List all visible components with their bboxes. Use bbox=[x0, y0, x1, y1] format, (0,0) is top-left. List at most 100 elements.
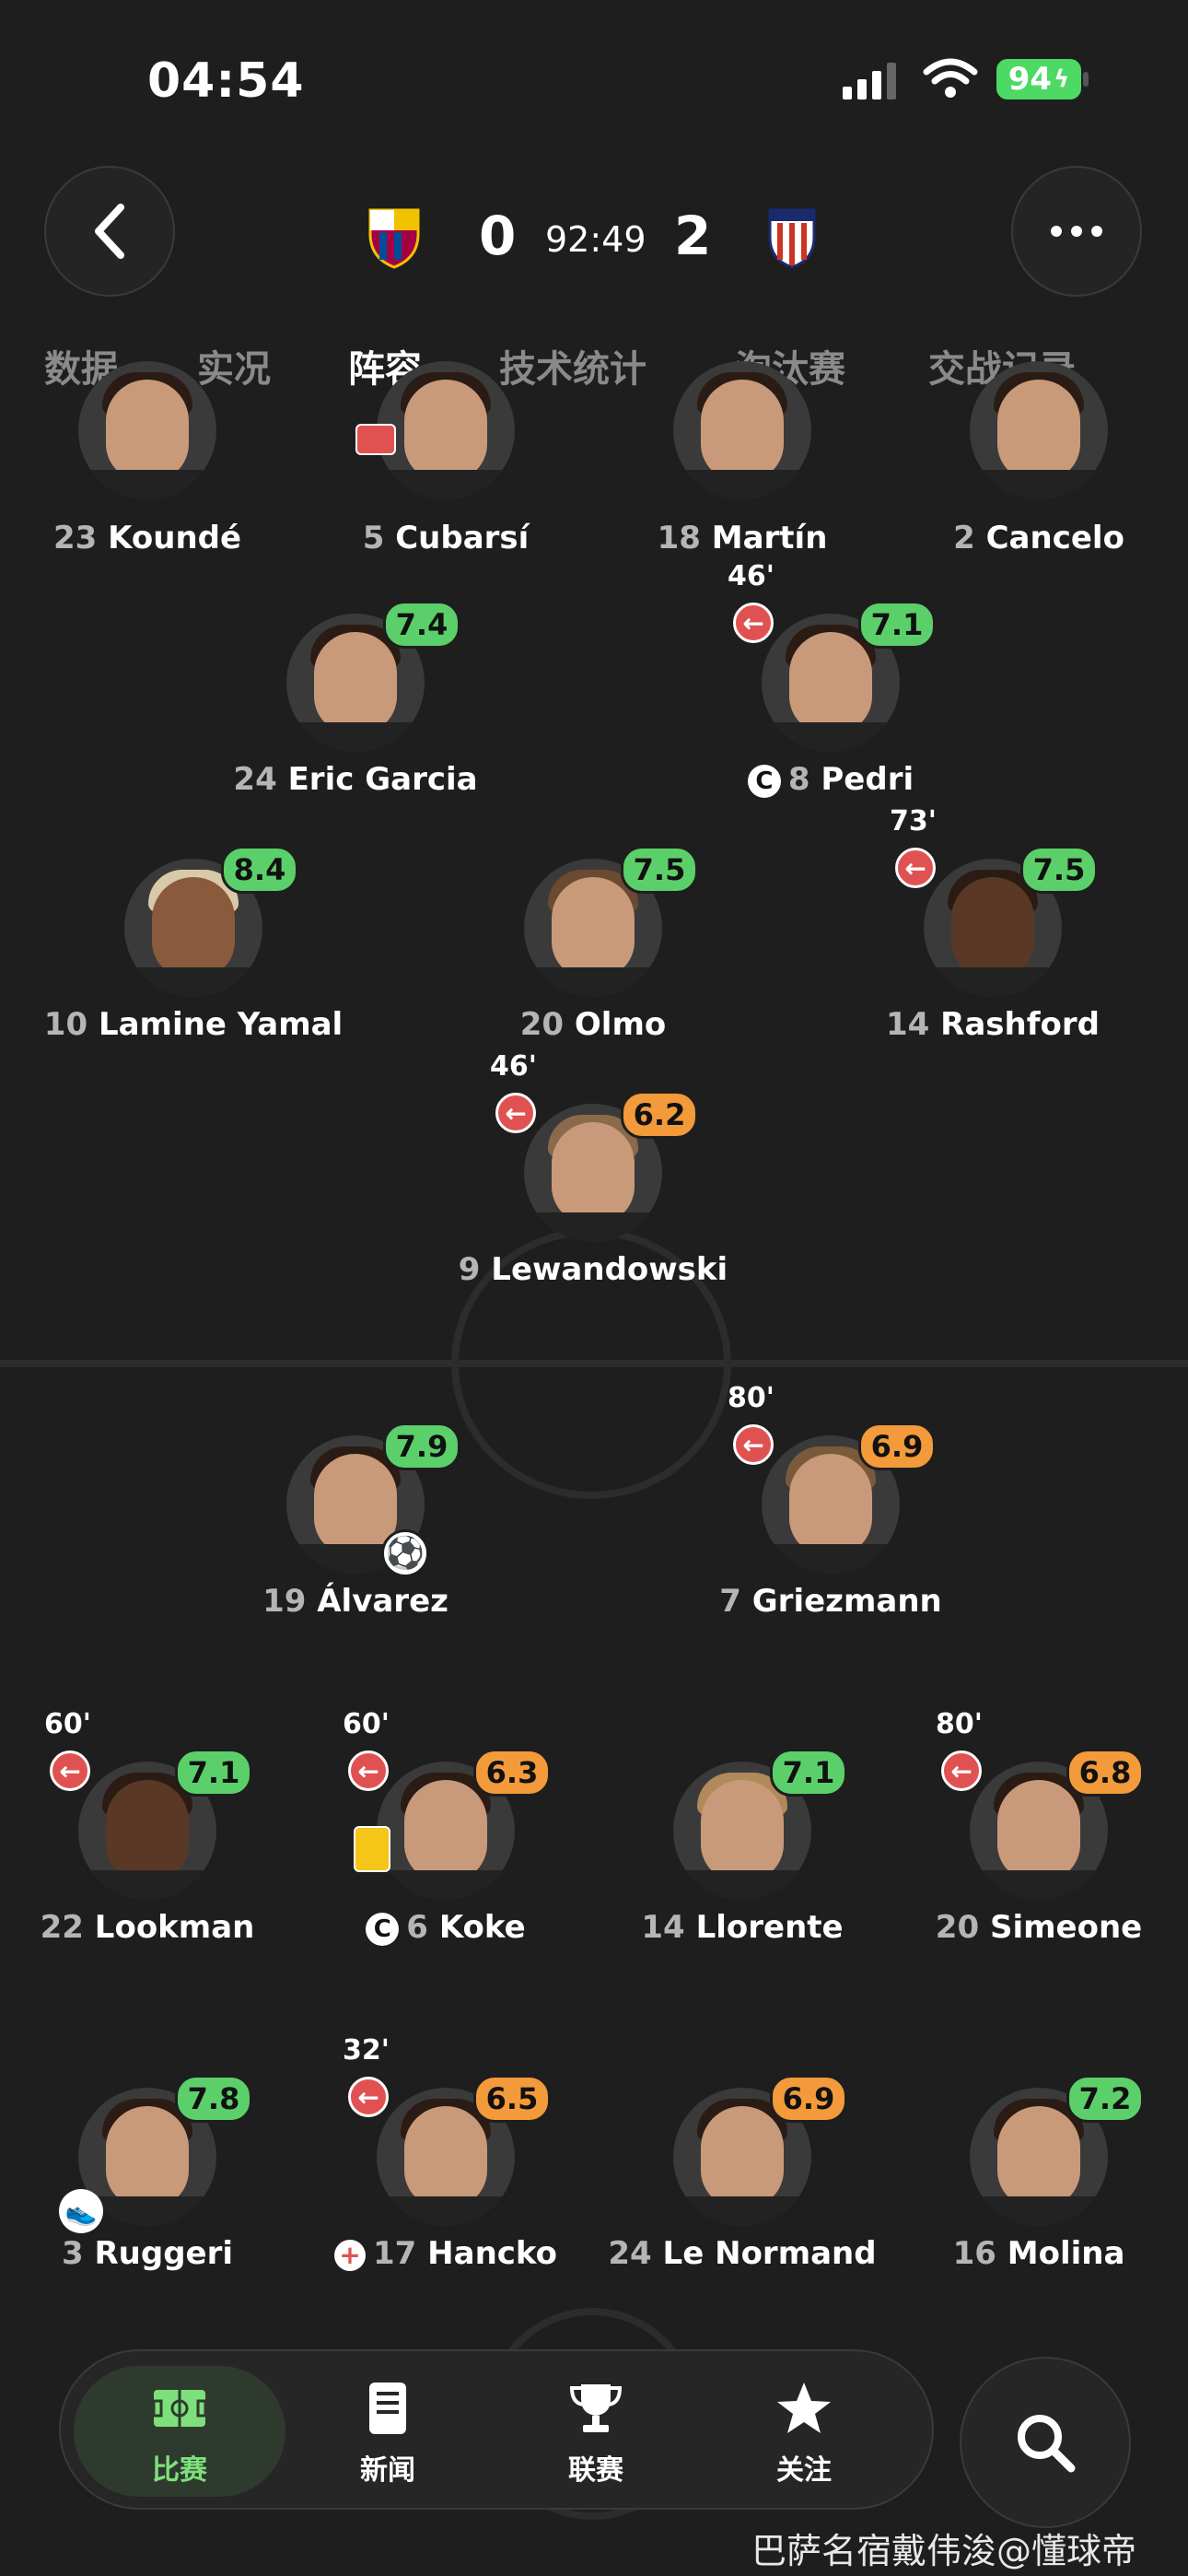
chevron-left-icon bbox=[95, 204, 124, 259]
player-card[interactable]: 80' ← 6.8 20 Simeone bbox=[910, 1708, 1168, 1973]
sub-off-icon: ← bbox=[941, 1751, 982, 1791]
player-card[interactable]: 2 Cancelo bbox=[910, 361, 1168, 603]
player-card[interactable]: 46' ← 6.2 9 Lewandowski bbox=[459, 1050, 728, 1316]
player-avatar bbox=[78, 361, 216, 499]
star-icon bbox=[777, 2383, 831, 2433]
nav-news[interactable]: 新闻 bbox=[282, 2366, 494, 2497]
yellow-card-icon bbox=[354, 1826, 390, 1872]
player-rating: 6.9 bbox=[858, 1423, 936, 1470]
sub-minute: 80' bbox=[728, 1382, 775, 1414]
player-rating: 6.8 bbox=[1066, 1749, 1144, 1797]
sub-off-icon: ← bbox=[733, 603, 774, 643]
captain-icon: C bbox=[366, 1912, 400, 1946]
player-card[interactable]: 80' ← 6.9 7 Griezmann bbox=[702, 1382, 960, 1647]
back-button[interactable] bbox=[44, 166, 175, 297]
player-rating: 7.9 bbox=[383, 1423, 460, 1470]
player-card[interactable]: 46' ← 7.1 C8 Pedri bbox=[702, 560, 960, 825]
player-card[interactable]: 6.9 24 Le Normand bbox=[608, 2075, 877, 2300]
sub-minute: 46' bbox=[490, 1050, 537, 1083]
nav-follow[interactable]: 关注 bbox=[698, 2366, 910, 2497]
wifi-icon bbox=[923, 58, 978, 98]
player-rating: 7.5 bbox=[1020, 846, 1098, 894]
player-card[interactable]: 32' ← 6.5 +17 Hancko bbox=[317, 2034, 575, 2300]
player-avatar bbox=[970, 361, 1108, 499]
player-card[interactable]: 5 Cubarsí bbox=[317, 361, 575, 603]
nav-news-label: 新闻 bbox=[360, 2454, 415, 2487]
home-team-crest[interactable] bbox=[367, 206, 422, 269]
player-rating: 7.8 bbox=[175, 2075, 252, 2123]
player-rating: 7.2 bbox=[1066, 2075, 1144, 2123]
watermark: 巴萨名宿戴伟浚@懂球帝 bbox=[751, 2531, 1137, 2571]
goal-ball-icon: ⚽ bbox=[381, 1529, 429, 1577]
status-time: 04:54 bbox=[147, 53, 305, 109]
nav-league-label: 联赛 bbox=[568, 2454, 623, 2487]
player-avatar bbox=[673, 361, 811, 499]
player-card[interactable]: 7.2 16 Molina bbox=[910, 2075, 1168, 2300]
player-rating: 7.1 bbox=[858, 601, 936, 649]
tab-stats[interactable]: 技术统计 bbox=[499, 339, 646, 392]
battery-level: 94 bbox=[1007, 61, 1053, 98]
player-card[interactable]: 7.5 20 Olmo bbox=[464, 846, 722, 1071]
player-rating: 7.1 bbox=[175, 1749, 252, 1797]
player-card[interactable]: 7.9 ⚽ 19 Álvarez bbox=[227, 1423, 484, 1647]
player-rating: 8.4 bbox=[221, 846, 298, 894]
assist-boot-icon: 👟 bbox=[59, 2189, 103, 2233]
ellipsis-icon bbox=[1051, 226, 1102, 237]
sub-minute: 46' bbox=[728, 560, 775, 592]
player-card[interactable]: 8.4 10 Lamine Yamal bbox=[44, 846, 343, 1071]
home-score: 0 bbox=[479, 205, 517, 267]
sub-off-icon: ← bbox=[348, 2077, 389, 2117]
player-card[interactable]: 73' ← 7.5 14 Rashford bbox=[864, 805, 1122, 1071]
pitch-icon bbox=[152, 2390, 207, 2427]
match-clock: 92:49 bbox=[545, 219, 646, 260]
sub-off-icon: ← bbox=[50, 1751, 90, 1791]
sub-off-icon: ← bbox=[733, 1424, 774, 1465]
player-rating: 7.5 bbox=[621, 846, 698, 894]
player-name: 10 Lamine Yamal bbox=[43, 1006, 344, 1043]
player-name: 7 Griezmann bbox=[719, 1583, 942, 1620]
charging-icon: ϟ bbox=[1054, 65, 1070, 93]
red-card-icon bbox=[355, 424, 396, 455]
sub-off-icon: ← bbox=[348, 1751, 389, 1791]
nav-match[interactable]: 比赛 bbox=[74, 2366, 285, 2497]
battery-indicator: 94 ϟ bbox=[996, 59, 1081, 100]
player-rating: 6.2 bbox=[621, 1091, 698, 1139]
more-options-button[interactable] bbox=[1011, 166, 1142, 297]
injury-icon: + bbox=[334, 2239, 366, 2271]
search-icon bbox=[1018, 2415, 1076, 2473]
sub-off-icon: ← bbox=[495, 1093, 536, 1133]
player-rating: 6.3 bbox=[473, 1749, 551, 1797]
player-rating: 6.9 bbox=[770, 2075, 847, 2123]
player-name: C8 Pedri bbox=[646, 761, 1015, 798]
search-button[interactable] bbox=[960, 2357, 1131, 2528]
player-avatar bbox=[377, 361, 515, 499]
tab-bar: 数据 实况 阵容 技术统计 淘汰赛 交战记录 bbox=[44, 339, 1149, 394]
player-name: 24 Eric Garcia bbox=[233, 761, 478, 798]
player-rating: 7.4 bbox=[383, 601, 460, 649]
nav-match-label: 比赛 bbox=[152, 2454, 207, 2487]
player-name: 16 Molina bbox=[952, 2235, 1125, 2272]
player-name: 2 Cancelo bbox=[953, 520, 1124, 556]
nav-follow-label: 关注 bbox=[776, 2454, 832, 2487]
player-name: 9 Lewandowski bbox=[458, 1251, 728, 1288]
away-team-crest[interactable] bbox=[764, 206, 820, 269]
player-card[interactable]: 7.8 👟 3 Ruggeri bbox=[18, 2075, 276, 2300]
player-card[interactable]: 60' ← 6.3 C6 Koke bbox=[317, 1708, 575, 1973]
trophy-icon bbox=[569, 2384, 623, 2432]
sub-minute: 60' bbox=[44, 1708, 91, 1740]
nav-league[interactable]: 联赛 bbox=[490, 2366, 702, 2497]
sub-minute: 73' bbox=[890, 805, 937, 837]
player-card[interactable]: 7.1 14 Llorente bbox=[613, 1749, 871, 1973]
battery-nub bbox=[1083, 72, 1089, 87]
away-score: 2 bbox=[674, 205, 712, 267]
player-card[interactable]: 7.4 24 Eric Garcia bbox=[227, 601, 484, 825]
player-card[interactable]: 23 Koundé bbox=[18, 361, 276, 603]
tab-live[interactable]: 实况 bbox=[197, 339, 271, 392]
player-name: 14 Rashford bbox=[886, 1006, 1100, 1043]
bottom-nav: 比赛 新闻 联赛 关注 bbox=[59, 2349, 934, 2510]
player-rating: 6.5 bbox=[473, 2075, 551, 2123]
news-icon bbox=[369, 2383, 406, 2434]
player-name: 20 Olmo bbox=[519, 1006, 667, 1043]
player-name: 20 Simeone bbox=[935, 1909, 1143, 1946]
player-card[interactable]: 60' ← 7.1 22 Lookman bbox=[18, 1708, 276, 1973]
